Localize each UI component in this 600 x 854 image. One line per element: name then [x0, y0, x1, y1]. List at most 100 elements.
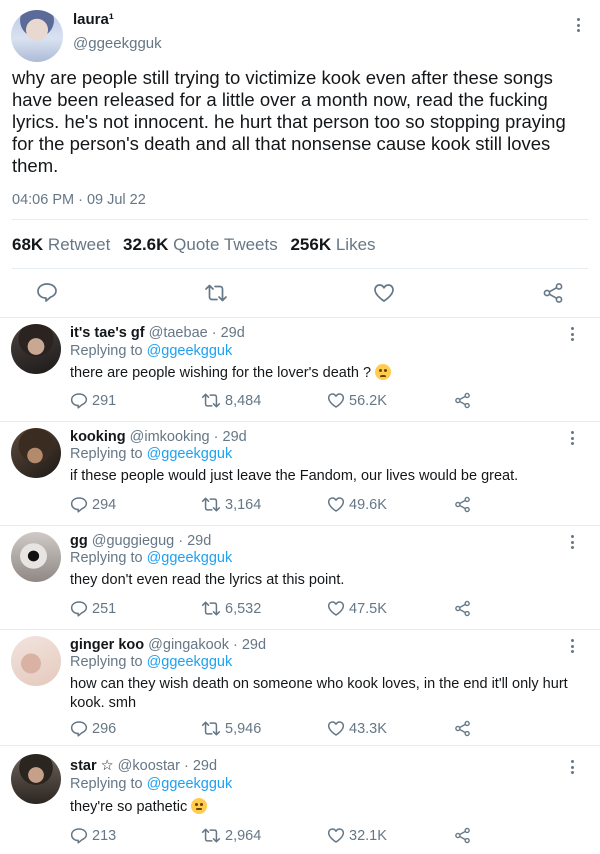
replying-to-handle[interactable]: @ggeekgguk: [147, 550, 233, 566]
reply-tweet[interactable]: gg @guggiegug · 29d Replying to @ggeekgg…: [0, 526, 600, 630]
likes-stat[interactable]: 256K Likes: [290, 235, 375, 254]
retweet-count: 6,532: [225, 600, 262, 617]
reply-button[interactable]: 213: [70, 827, 116, 844]
like-icon: [327, 828, 345, 843]
reply-display-name[interactable]: star ☆: [70, 758, 114, 774]
retweet-button[interactable]: 6,532: [201, 600, 261, 617]
like-icon: [327, 601, 345, 616]
reply-header: gg @guggiegug · 29d: [70, 533, 211, 549]
like-button[interactable]: 56.2K: [327, 392, 387, 409]
reply-tweet[interactable]: it's tae's gf @taebae · 29d Replying to …: [0, 318, 600, 422]
main-tweet-display-name[interactable]: laura¹: [73, 11, 114, 28]
divider: [12, 268, 588, 269]
replying-to-handle[interactable]: @ggeekgguk: [147, 776, 233, 792]
reply-handle-time[interactable]: @koostar · 29d: [118, 758, 217, 774]
replying-to-label: Replying to: [70, 446, 143, 462]
retweet-button[interactable]: 8,484: [201, 392, 261, 409]
like-button[interactable]: [373, 283, 395, 303]
replying-to-label: Replying to: [70, 776, 143, 792]
avatar[interactable]: [11, 324, 61, 374]
retweets-label: Retweet: [47, 235, 111, 254]
like-button[interactable]: 43.3K: [327, 720, 387, 737]
replying-to-label: Replying to: [70, 343, 143, 359]
share-button[interactable]: [454, 600, 471, 617]
reply-tweet[interactable]: star ☆ @koostar · 29d Replying to @ggeek…: [0, 746, 600, 854]
reply-display-name[interactable]: kooking: [70, 429, 126, 445]
like-button[interactable]: 49.6K: [327, 496, 387, 513]
avatar[interactable]: [11, 636, 61, 686]
share-button[interactable]: [542, 282, 564, 304]
like-count: 56.2K: [349, 392, 387, 409]
retweet-icon: [201, 393, 221, 408]
reply-handle-time[interactable]: @taebae · 29d: [149, 325, 245, 341]
main-tweet-timestamp[interactable]: 04:06 PM · 09 Jul 22: [12, 192, 146, 208]
likes-count: 256K: [290, 235, 332, 254]
like-count: 49.6K: [349, 496, 387, 513]
like-button[interactable]: 47.5K: [327, 600, 387, 617]
reply-display-name[interactable]: gg: [70, 533, 88, 549]
likes-label: Likes: [335, 235, 376, 254]
like-count: 32.1K: [349, 827, 387, 844]
share-button[interactable]: [454, 496, 471, 513]
replying-to-handle[interactable]: @ggeekgguk: [147, 343, 233, 359]
reply-text: they don't even read the lyrics at this …: [70, 572, 345, 588]
more-options-icon[interactable]: [567, 637, 577, 655]
reply-header: ginger koo @gingakook · 29d: [70, 637, 266, 653]
reply-button[interactable]: 296: [70, 720, 116, 737]
reply-text-content: they're so pathetic: [70, 799, 188, 815]
reply-count: 213: [92, 827, 117, 844]
more-options-icon[interactable]: [573, 16, 583, 34]
share-button[interactable]: [454, 392, 471, 409]
like-count: 43.3K: [349, 720, 387, 737]
quotes-stat[interactable]: 32.6K Quote Tweets: [123, 235, 278, 254]
replying-to-handle[interactable]: @ggeekgguk: [147, 446, 233, 462]
reply-count: 294: [92, 496, 117, 513]
share-button[interactable]: [454, 827, 471, 844]
reply-button[interactable]: 291: [70, 392, 116, 409]
reply-tweet[interactable]: kooking @imkooking · 29d Replying to @gg…: [0, 422, 600, 526]
reply-header: it's tae's gf @taebae · 29d: [70, 325, 245, 341]
like-button[interactable]: 32.1K: [327, 827, 387, 844]
replying-to-handle[interactable]: @ggeekgguk: [147, 654, 233, 670]
reply-icon: [70, 828, 88, 844]
reply-button[interactable]: [36, 282, 58, 302]
divider: [12, 219, 588, 220]
retweet-icon: [205, 284, 227, 302]
reply-display-name[interactable]: ginger koo: [70, 637, 144, 653]
reply-icon: [70, 601, 88, 617]
reply-display-name[interactable]: it's tae's gf: [70, 325, 145, 341]
retweet-button[interactable]: 3,164: [201, 496, 261, 513]
reply-count: 251: [92, 600, 117, 617]
reply-actions: 294 3,164 49.6K: [70, 496, 490, 516]
retweet-button[interactable]: 5,946: [201, 720, 261, 737]
main-tweet-avatar[interactable]: [11, 10, 63, 62]
more-options-icon[interactable]: [567, 758, 577, 776]
like-icon: [327, 393, 345, 408]
reply-icon: [70, 393, 88, 409]
more-options-icon[interactable]: [567, 533, 577, 551]
avatar[interactable]: [11, 754, 61, 804]
share-button[interactable]: [454, 720, 471, 737]
reply-handle-time[interactable]: @guggiegug · 29d: [92, 533, 212, 549]
reply-actions: 251 6,532 47.5K: [70, 600, 490, 620]
retweet-button[interactable]: 2,964: [201, 827, 261, 844]
retweet-count: 3,164: [225, 496, 262, 513]
retweet-button[interactable]: [204, 283, 228, 303]
main-tweet-handle[interactable]: @ggeekgguk: [73, 35, 162, 52]
reply-text: they're so pathetic: [70, 798, 580, 817]
more-options-icon[interactable]: [567, 429, 577, 447]
share-icon: [455, 392, 470, 409]
avatar[interactable]: [11, 428, 61, 478]
retweets-stat[interactable]: 68K Retweet: [12, 235, 110, 254]
reply-tweet[interactable]: ginger koo @gingakook · 29d Replying to …: [0, 630, 600, 746]
reply-button[interactable]: 294: [70, 496, 116, 513]
quotes-count: 32.6K: [123, 235, 169, 254]
more-options-icon[interactable]: [567, 325, 577, 343]
replying-to-label: Replying to: [70, 654, 143, 670]
reply-actions: 296 5,946 43.3K: [70, 720, 490, 740]
avatar[interactable]: [11, 532, 61, 582]
reply-button[interactable]: 251: [70, 600, 116, 617]
reply-handle-time[interactable]: @gingakook · 29d: [148, 637, 266, 653]
reply-handle-time[interactable]: @imkooking · 29d: [130, 429, 247, 445]
replying-to: Replying to @ggeekgguk: [70, 654, 232, 670]
